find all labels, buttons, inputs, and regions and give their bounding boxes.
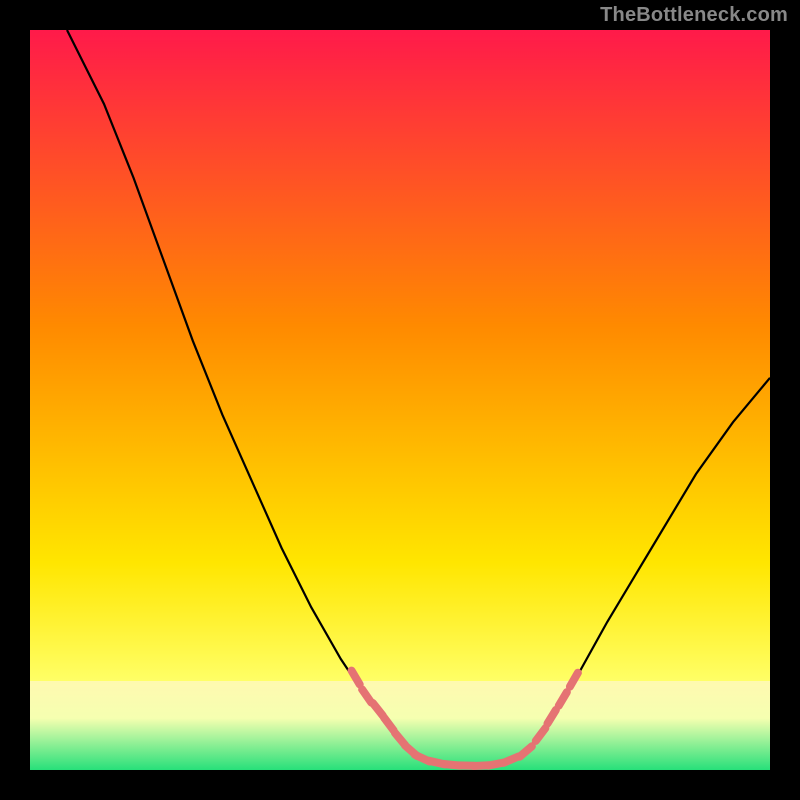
plot-gradient-background <box>30 30 770 770</box>
bottleneck-chart <box>0 0 800 800</box>
watermark-text: TheBottleneck.com <box>600 4 788 27</box>
chart-frame: TheBottleneck.com <box>0 0 800 800</box>
